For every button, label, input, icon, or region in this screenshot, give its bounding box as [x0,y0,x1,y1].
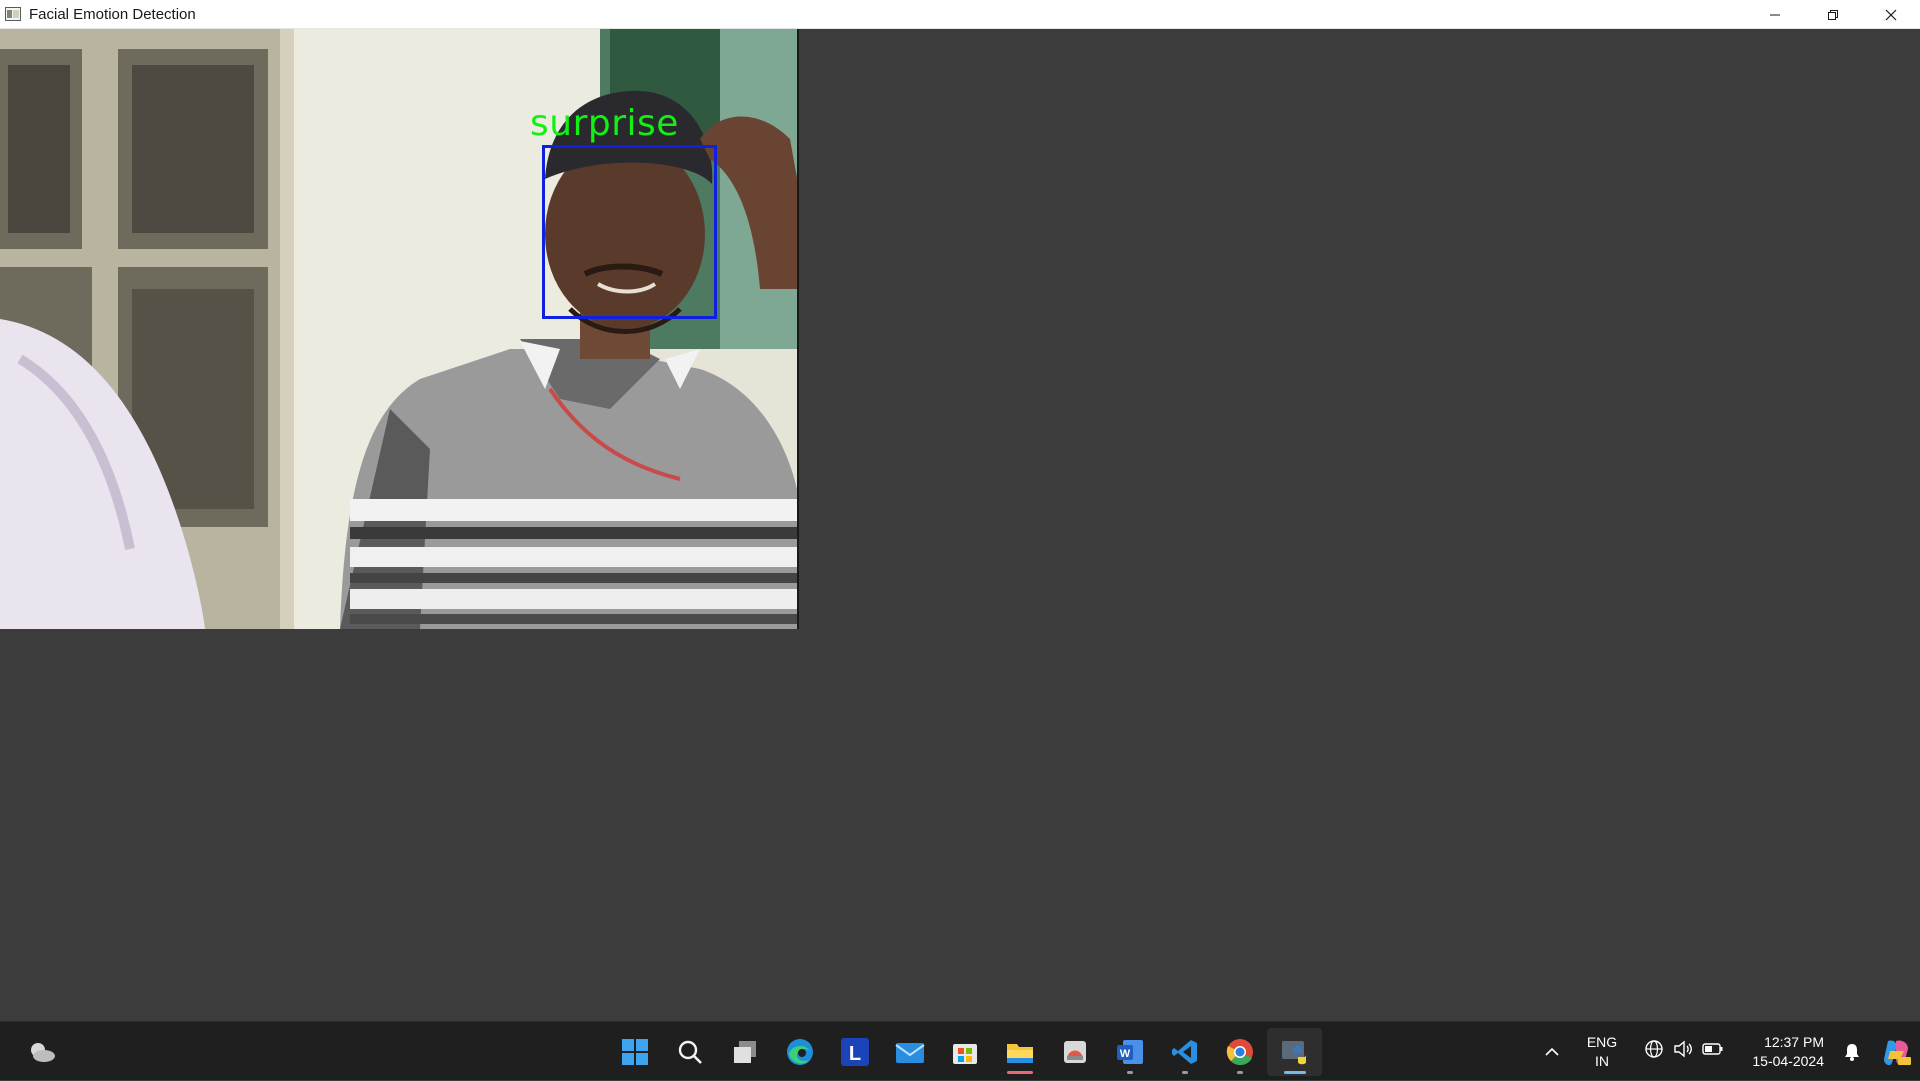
emotion-label: surprise [530,103,679,144]
system-tray: ENG IN 12:37 PM 15-04-2024 [1532,1022,1920,1081]
chrome-icon[interactable] [1212,1028,1267,1076]
copilot-icon[interactable] [1872,1022,1920,1081]
python-app-icon[interactable] [1267,1028,1322,1076]
language-indicator[interactable]: ENG IN [1572,1033,1632,1071]
mail-icon[interactable] [882,1028,937,1076]
store-icon[interactable] [937,1028,992,1076]
taskbar: L W ENG IN 12:37 PM 15-04-2024 [0,1021,1920,1080]
window-titlebar: Facial Emotion Detection [0,0,1920,29]
taskbar-pinned-apps: L W [607,1028,1322,1076]
language-line2: IN [1595,1052,1609,1069]
photos-app-icon[interactable] [1047,1028,1102,1076]
face-bounding-box [542,145,717,319]
weather-widget-icon[interactable] [24,1034,60,1070]
search-icon[interactable] [662,1028,717,1076]
app-window-icon [4,6,22,22]
battery-icon [1702,1039,1724,1064]
window-title: Facial Emotion Detection [29,5,196,23]
camera-scene-image [0,29,797,629]
network-globe-icon [1644,1039,1664,1064]
task-view-icon[interactable] [717,1028,772,1076]
word-app-icon[interactable]: W [1102,1028,1157,1076]
show-hidden-icons-chevron-up-icon[interactable] [1532,1022,1572,1081]
clock-date: 15-04-2024 [1752,1052,1824,1069]
word-letter: W [1119,1048,1130,1060]
vscode-icon[interactable] [1157,1028,1212,1076]
file-explorer-icon[interactable] [992,1028,1047,1076]
clock[interactable]: 12:37 PM 15-04-2024 [1736,1033,1832,1071]
launcher-l-app-icon[interactable]: L [827,1028,882,1076]
volume-icon [1673,1039,1693,1064]
client-area: surprise [0,29,1920,1021]
restore-button[interactable] [1804,0,1862,29]
close-button[interactable] [1862,0,1920,29]
camera-feed: surprise [0,29,799,629]
language-line1: ENG [1586,1033,1618,1050]
notification-bell-icon[interactable] [1832,1022,1872,1081]
quick-settings[interactable] [1632,1039,1736,1064]
edge-browser-icon[interactable] [772,1028,827,1076]
clock-time: 12:37 PM [1764,1033,1824,1050]
launcher-letter: L [848,1043,860,1065]
minimize-button[interactable] [1746,0,1804,29]
start-button-icon[interactable] [607,1028,662,1076]
